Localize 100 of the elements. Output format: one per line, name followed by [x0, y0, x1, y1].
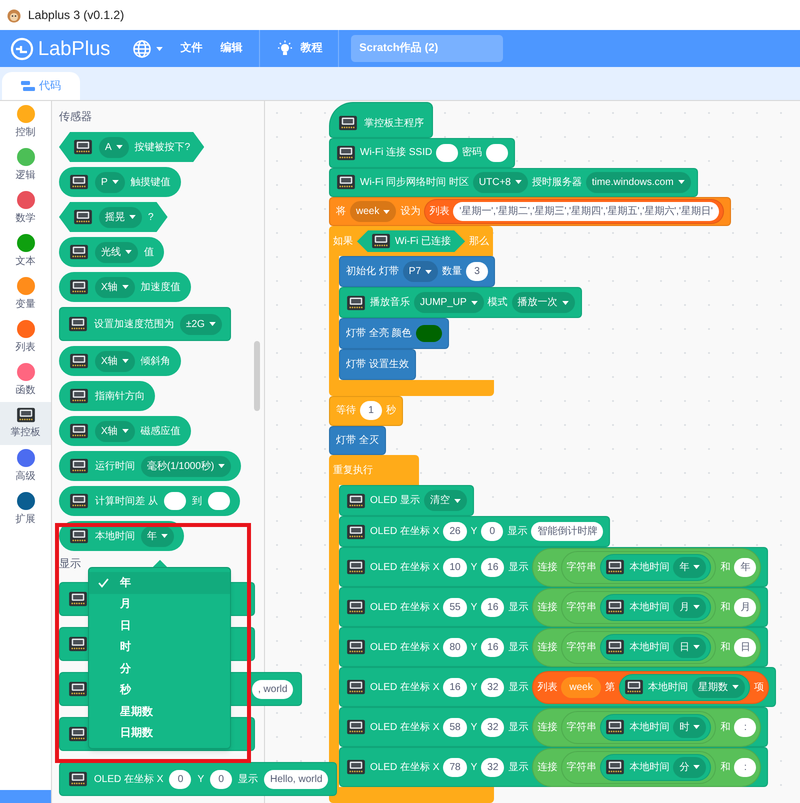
category-item[interactable]: 掌控板: [0, 402, 51, 445]
code-block[interactable]: OLED 在坐标 X 26 Y 0 显示 智能倒计时牌: [339, 516, 610, 547]
boolean-block[interactable]: Wi-Fi 已连接: [357, 230, 466, 252]
code-block[interactable]: 初始化 灯带 P7 数量 3: [339, 256, 496, 288]
category-item[interactable]: 高级: [0, 445, 51, 488]
block-dropdown[interactable]: X轴: [95, 350, 135, 372]
block-dropdown[interactable]: 年: [673, 556, 706, 578]
code-block[interactable]: OLED 显示 清空: [339, 485, 474, 516]
category-item[interactable]: 数学: [0, 187, 51, 230]
menu-option[interactable]: 分: [89, 658, 230, 680]
block-dropdown[interactable]: P7: [402, 261, 438, 282]
reporter-block[interactable]: 本地时间 日: [600, 634, 712, 660]
block-input[interactable]: , world: [252, 680, 294, 698]
reporter-block[interactable]: 本地时间 星期数: [618, 674, 750, 700]
block-input[interactable]: 0: [210, 770, 232, 788]
block-input[interactable]: 78: [443, 758, 467, 776]
code-block[interactable]: 灯带 设置生效: [339, 349, 416, 380]
block-input[interactable]: 3: [466, 262, 488, 282]
reporter-block[interactable]: P 触摸键值: [59, 167, 181, 197]
block-input[interactable]: 55: [443, 598, 467, 616]
block-input[interactable]: 日: [734, 638, 756, 656]
menu-option[interactable]: 日: [89, 615, 230, 636]
block-input[interactable]: [208, 492, 230, 510]
block-dropdown[interactable]: week: [350, 201, 396, 222]
category-item[interactable]: 扩展: [0, 488, 51, 531]
menu-option[interactable]: 日期数: [89, 722, 230, 744]
block-input[interactable]: 月: [734, 598, 756, 616]
reporter-block[interactable]: 连接 字符串 本地时间 月 和 月: [532, 588, 762, 626]
reporter-block[interactable]: 字符串 本地时间 分: [561, 750, 716, 784]
menu-item[interactable]: 编辑: [211, 40, 252, 57]
project-title-field[interactable]: Scratch作品 (2): [351, 35, 504, 62]
variable-reporter[interactable]: week: [561, 676, 601, 698]
block-input[interactable]: '星期一','星期二','星期三','星期四','星期五','星期六','星期日': [453, 202, 719, 222]
block-dropdown[interactable]: 毫秒(1/1000秒): [141, 456, 232, 476]
reporter-block[interactable]: 本地时间 年: [600, 554, 712, 580]
reporter-block[interactable]: 字符串 本地时间 年: [561, 550, 716, 584]
reporter-block[interactable]: 指南针方向: [59, 381, 155, 411]
block-dropdown[interactable]: 时: [673, 716, 706, 738]
reporter-block[interactable]: 本地时间 时: [600, 714, 712, 740]
reporter-block[interactable]: 运行时间 毫秒(1/1000秒): [59, 451, 242, 481]
reporter-block[interactable]: 字符串 本地时间 月: [561, 590, 716, 624]
block-input[interactable]: 80: [443, 638, 467, 656]
block-input[interactable]: [486, 144, 508, 162]
block-dropdown[interactable]: X轴: [95, 420, 135, 442]
block-dropdown[interactable]: time.windows.com: [586, 172, 691, 193]
code-block[interactable]: OLED 在坐标 X 78 Y 32 显示 连接 字符串 本地时间 分 和 :: [339, 747, 768, 787]
code-block[interactable]: Wi-Fi 同步网络时间 时区 UTC+8 授时服务器 time.windows.com: [329, 168, 698, 197]
reporter-block[interactable]: X轴 倾斜角: [59, 346, 181, 376]
reporter-block[interactable]: 光线 值: [59, 237, 164, 267]
category-item[interactable]: 逻辑: [0, 144, 51, 187]
reporter-block[interactable]: 连接 字符串 本地时间 分 和 :: [532, 748, 762, 786]
code-block[interactable]: 灯带 全灭: [329, 426, 386, 455]
block-dropdown[interactable]: UTC+8: [472, 172, 528, 193]
block-input[interactable]: :: [734, 718, 756, 736]
block-dropdown[interactable]: 年: [141, 526, 174, 546]
block-dropdown[interactable]: 清空: [424, 490, 468, 511]
block-dropdown[interactable]: 月: [673, 596, 706, 618]
block-dropdown[interactable]: P: [95, 172, 125, 192]
block-input[interactable]: 0: [481, 522, 504, 541]
block-dropdown[interactable]: 分: [673, 756, 706, 778]
boolean-block[interactable]: A 按键被按下?: [59, 132, 204, 162]
reporter-block[interactable]: X轴 加速度值: [59, 272, 191, 302]
code-block[interactable]: OLED 在坐标 X 0 Y 0 显示 Hello, world: [59, 762, 338, 796]
menu-option[interactable]: 年: [89, 572, 230, 594]
code-block[interactable]: 将 week 设为 列表 '星期一','星期二','星期三','星期四','星期五','星期六','星期日': [329, 196, 731, 226]
menu-option[interactable]: 月: [89, 594, 230, 615]
code-block[interactable]: 等待 1 秒: [329, 396, 403, 426]
tutorial-button[interactable]: 教程: [268, 40, 330, 58]
block-dropdown[interactable]: 光线: [95, 242, 138, 262]
category-item[interactable]: 文本: [0, 230, 51, 273]
code-block[interactable]: 掌控板主程序: [329, 102, 433, 138]
block-input[interactable]: 智能倒计时牌: [531, 522, 604, 541]
block-input[interactable]: :: [734, 758, 756, 776]
category-item[interactable]: 列表: [0, 316, 51, 359]
block-input[interactable]: 32: [481, 758, 504, 776]
block-dropdown[interactable]: ±2G: [180, 314, 222, 334]
menu-option[interactable]: 时: [89, 636, 230, 658]
category-item[interactable]: 变量: [0, 273, 51, 316]
block-input[interactable]: [436, 144, 458, 162]
block-input[interactable]: 32: [481, 678, 504, 696]
reporter-block[interactable]: X轴 磁感应值: [59, 416, 191, 446]
block-dropdown[interactable]: 星期数: [692, 676, 745, 698]
reporter-block[interactable]: 连接 字符串 本地时间 时 和 :: [532, 708, 762, 746]
reporter-block[interactable]: 本地时间 月: [600, 594, 712, 620]
menu-item[interactable]: 文件: [171, 40, 212, 57]
color-swatch[interactable]: [416, 325, 442, 342]
menu-option[interactable]: 星期数: [89, 701, 230, 722]
block-input[interactable]: 0: [169, 770, 192, 788]
block-input[interactable]: 58: [443, 718, 467, 736]
code-block[interactable]: OLED 在坐标 X 55 Y 16 显示 连接 字符串 本地时间 月 和 月: [339, 587, 768, 627]
code-block[interactable]: 如果 Wi-Fi 已连接 那么: [329, 226, 494, 256]
block-dropdown[interactable]: 播放一次: [512, 292, 575, 314]
block-dropdown[interactable]: 摇晃: [99, 206, 142, 228]
block-input[interactable]: 16: [481, 638, 504, 656]
boolean-block[interactable]: 摇晃 ?: [59, 202, 168, 232]
block-input[interactable]: 1: [360, 401, 382, 420]
reporter-block[interactable]: 本地时间 分: [600, 754, 712, 780]
reporter-block[interactable]: 字符串 本地时间 日: [561, 630, 716, 664]
scrollbar[interactable]: [254, 341, 260, 411]
block-dropdown[interactable]: A: [99, 136, 129, 158]
